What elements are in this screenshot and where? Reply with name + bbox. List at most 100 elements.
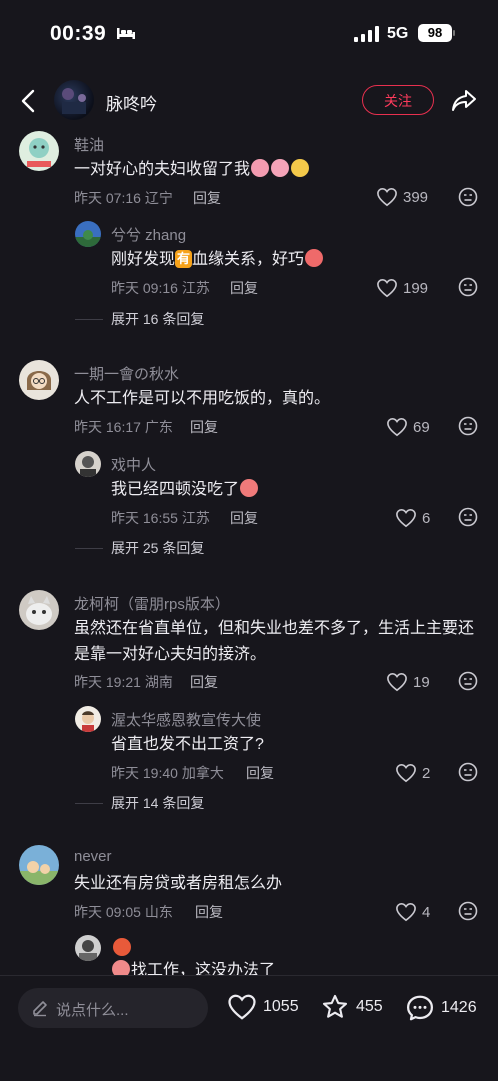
comment-text-line1: 虽然还在省直单位，但和失业也差不多了，生活上主要还 xyxy=(74,620,475,637)
like-post-button[interactable]: 1055 xyxy=(227,993,299,1021)
heart-icon xyxy=(387,417,407,437)
reply-meta: 昨天 19:40 加拿大 xyxy=(111,765,224,781)
commenter-name[interactable]: 鞋油 xyxy=(74,134,104,155)
like-count: 6 xyxy=(422,509,431,527)
comment-text: 人不工作是可以不用吃饭的，真的。 xyxy=(74,390,331,407)
reply-button[interactable]: 回复 xyxy=(190,672,218,692)
heart-icon xyxy=(377,278,397,298)
reply-button[interactable]: 回复 xyxy=(190,417,218,437)
comment-meta: 昨天 16:17 广东 xyxy=(74,419,173,435)
sleep-mode-icon xyxy=(117,28,135,39)
favorite-count: 455 xyxy=(356,998,383,1015)
status-time: 00:39 xyxy=(50,22,107,45)
commenter-avatar[interactable] xyxy=(19,845,59,885)
follow-button[interactable]: 关注 xyxy=(362,85,434,115)
like-button[interactable]: 6 xyxy=(395,508,430,528)
reply-meta: 昨天 09:16 江苏 xyxy=(111,280,210,296)
reply-body: 找工作，这没办法了 xyxy=(131,962,276,975)
replier-name[interactable]: 兮兮 zhang xyxy=(111,224,186,245)
comment-count: 1426 xyxy=(441,999,477,1016)
like-count: 4 xyxy=(422,903,431,921)
pig-emoji-icon xyxy=(305,249,324,267)
expand-label: 展开 25 条回复 xyxy=(111,540,205,556)
like-button[interactable]: 399 xyxy=(376,187,428,207)
crying-emoji-icon xyxy=(240,479,259,497)
meh-face-icon[interactable] xyxy=(458,901,478,921)
reply-button[interactable]: 回复 xyxy=(230,278,258,298)
battery-tip xyxy=(453,30,455,36)
sweat-emoji-icon xyxy=(291,159,310,177)
comment-text: 一对好心的夫妇收留了我 xyxy=(74,157,310,183)
crying-emoji-icon xyxy=(112,960,130,975)
like-button[interactable]: 199 xyxy=(376,278,428,298)
comment-input-placeholder[interactable]: 说点什么... xyxy=(56,999,129,1020)
commenter-name[interactable]: 一期一會の秋水 xyxy=(74,363,179,384)
replier-avatar[interactable] xyxy=(75,935,101,961)
reply-text: 找工作，这没办法了 xyxy=(111,958,275,975)
replier-avatar[interactable] xyxy=(75,451,101,477)
cellular-signal-icon xyxy=(354,26,380,42)
reply-text: 我已经四顿没吃了 xyxy=(111,477,259,503)
reply-body-start: 刚好发现 xyxy=(111,251,176,268)
replier-avatar[interactable] xyxy=(75,221,101,247)
comment-text-line2: 是靠一对好心夫妇的接济。 xyxy=(74,646,267,663)
meh-face-icon[interactable] xyxy=(458,507,478,527)
meh-face-icon[interactable] xyxy=(458,762,478,782)
heart-icon xyxy=(377,187,397,207)
commenter-avatar[interactable] xyxy=(19,360,59,400)
replier-name[interactable]: 戏中人 xyxy=(111,454,156,475)
expand-label: 展开 14 条回复 xyxy=(111,795,205,811)
meh-face-icon[interactable] xyxy=(458,416,478,436)
reply-text: 刚好发现有血缘关系，好巧 xyxy=(111,247,324,273)
favorite-button[interactable]: 455 xyxy=(320,993,383,1021)
like-button[interactable]: 19 xyxy=(386,672,430,692)
status-bar: 00:39 5G 98 xyxy=(0,0,498,70)
heart-icon xyxy=(396,508,416,528)
like-button[interactable]: 69 xyxy=(386,417,430,437)
heart-icon xyxy=(228,994,256,1020)
replier-avatar[interactable] xyxy=(75,706,101,732)
expand-replies-button[interactable]: 展开 16 条回复 xyxy=(75,309,204,329)
meh-face-icon[interactable] xyxy=(458,187,478,207)
author-avatar[interactable] xyxy=(54,80,94,120)
battery-level: 98 xyxy=(418,24,452,42)
heart-icon xyxy=(396,763,416,783)
post-like-count: 1055 xyxy=(263,998,299,1015)
comment-meta: 昨天 09:05 山东 xyxy=(74,904,173,920)
comments-button[interactable]: 1426 xyxy=(405,993,477,1023)
commenter-name[interactable]: 龙柯柯（雷朋rps版本） xyxy=(74,593,230,614)
meh-face-icon[interactable] xyxy=(458,671,478,691)
like-count: 2 xyxy=(422,764,431,782)
reply-button[interactable]: 回复 xyxy=(195,902,223,922)
comment-text: 失业还有房贷或者房租怎么办 xyxy=(74,875,283,892)
pig-emoji-icon xyxy=(271,159,290,177)
like-button[interactable]: 2 xyxy=(395,763,430,783)
reply-button[interactable]: 回复 xyxy=(246,763,274,783)
commenter-name[interactable]: never xyxy=(74,848,112,865)
share-arrow-icon[interactable] xyxy=(450,86,478,114)
reply-button[interactable]: 回复 xyxy=(193,188,221,208)
commenter-avatar[interactable] xyxy=(19,131,59,171)
meh-face-icon[interactable] xyxy=(458,277,478,297)
like-count: 69 xyxy=(413,418,430,436)
reply-body-end: 血缘关系，好巧 xyxy=(192,251,305,268)
reply-button[interactable]: 回复 xyxy=(230,508,258,528)
like-count: 199 xyxy=(403,279,429,297)
reply-meta: 昨天 16:55 江苏 xyxy=(111,510,210,526)
pencil-icon xyxy=(33,1001,47,1017)
expand-replies-button[interactable]: 展开 25 条回复 xyxy=(75,538,204,558)
heart-icon xyxy=(387,672,407,692)
replier-name[interactable]: 渥太华感恩教宣传大使 xyxy=(111,709,261,730)
network-type: 5G xyxy=(387,25,409,42)
comment-meta: 昨天 07:16 辽宁 xyxy=(74,190,173,206)
comment-meta: 昨天 19:21 湖南 xyxy=(74,674,173,690)
like-button[interactable]: 4 xyxy=(395,902,430,922)
commenter-avatar[interactable] xyxy=(19,590,59,630)
like-count: 19 xyxy=(413,673,430,691)
reply-text: 省直也发不出工资了? xyxy=(111,736,264,753)
crying-emoji-icon xyxy=(251,159,270,177)
author-name[interactable]: 脉咚吟 xyxy=(106,90,157,115)
reply-body: 我已经四顿没吃了 xyxy=(111,481,240,498)
expand-replies-button[interactable]: 展开 14 条回复 xyxy=(75,793,204,813)
back-arrow-icon[interactable] xyxy=(18,86,40,116)
